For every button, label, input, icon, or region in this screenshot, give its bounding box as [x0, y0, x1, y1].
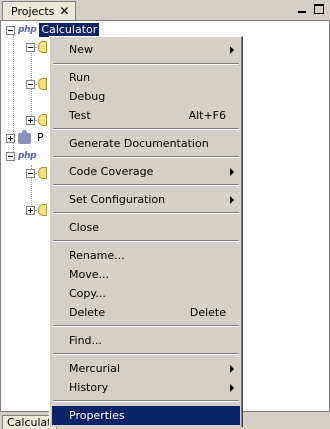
menu-item-copy[interactable]: Copy...	[52, 284, 240, 303]
menu-separator	[53, 156, 239, 158]
menu-separator	[53, 325, 239, 327]
maximize-icon[interactable]	[313, 3, 325, 15]
collapse-icon[interactable]	[26, 79, 35, 89]
projects-tab[interactable]: Projects ✕	[2, 1, 77, 20]
tree-node-folder[interactable]	[26, 202, 47, 218]
php-project-icon: php	[18, 25, 37, 35]
menu-item-history[interactable]: History	[52, 378, 240, 397]
tree-node-label[interactable]: Calculator	[39, 23, 100, 37]
menu-item-new[interactable]: New	[52, 40, 240, 59]
submenu-arrow-icon	[230, 364, 234, 373]
submenu-arrow-icon	[230, 45, 234, 54]
folder-icon	[38, 78, 47, 90]
submenu-arrow-icon	[230, 195, 234, 204]
collapse-icon[interactable]	[26, 42, 35, 52]
menu-item-generate-documentation[interactable]: Generate Documentation	[52, 134, 240, 153]
tree-node-folder[interactable]	[26, 112, 47, 128]
menu-separator	[53, 240, 239, 242]
expand-icon[interactable]	[26, 205, 35, 215]
menu-item-code-coverage[interactable]: Code Coverage	[52, 162, 240, 181]
tree-node-folder[interactable]	[26, 165, 47, 181]
menu-item-debug[interactable]: Debug	[52, 87, 240, 106]
tree-node-php-project[interactable]: php	[6, 148, 39, 164]
menu-separator	[53, 128, 239, 130]
tree-node-label[interactable]: P	[35, 131, 46, 145]
folder-icon	[38, 204, 47, 216]
menu-item-mercurial[interactable]: Mercurial	[52, 359, 240, 378]
tree-node-library[interactable]: P	[6, 129, 46, 146]
close-icon[interactable]: ✕	[59, 5, 69, 17]
menu-item-properties[interactable]: Properties	[52, 406, 240, 425]
collapse-icon[interactable]	[6, 151, 15, 161]
menu-separator	[53, 353, 239, 355]
tree-node-folder[interactable]	[26, 76, 47, 92]
php-project-icon: php	[18, 151, 37, 161]
menu-item-test[interactable]: Test Alt+F6	[52, 106, 240, 125]
collapse-icon[interactable]	[6, 25, 15, 35]
menu-separator	[53, 400, 239, 402]
menu-item-set-configuration[interactable]: Set Configuration	[52, 190, 240, 209]
menu-separator	[53, 184, 239, 186]
menu-item-move[interactable]: Move...	[52, 265, 240, 284]
expand-icon[interactable]	[26, 115, 35, 125]
context-menu: New Run Debug Test Alt+F6 Generate Docum…	[49, 36, 243, 427]
menu-shortcut: Delete	[189, 306, 226, 319]
puzzle-icon	[18, 129, 31, 144]
projects-tab-bar: Projects ✕	[0, 0, 330, 21]
menu-separator	[53, 212, 239, 214]
expand-icon[interactable]	[6, 133, 15, 143]
menu-item-rename[interactable]: Rename...	[52, 246, 240, 265]
menu-shortcut: Alt+F6	[188, 109, 226, 122]
submenu-arrow-icon	[230, 167, 234, 176]
menu-separator	[53, 63, 239, 65]
projects-tab-label: Projects	[11, 4, 55, 18]
folder-icon	[38, 114, 47, 126]
tree-node-folder[interactable]	[26, 39, 47, 55]
folder-icon	[38, 167, 47, 179]
menu-item-delete[interactable]: Delete Delete	[52, 303, 240, 322]
collapse-icon[interactable]	[26, 168, 35, 178]
folder-icon	[38, 41, 47, 53]
minimize-icon[interactable]	[296, 3, 308, 15]
menu-item-find[interactable]: Find...	[52, 331, 240, 350]
submenu-arrow-icon	[230, 383, 234, 392]
menu-item-close[interactable]: Close	[52, 218, 240, 237]
menu-item-run[interactable]: Run	[52, 68, 240, 87]
